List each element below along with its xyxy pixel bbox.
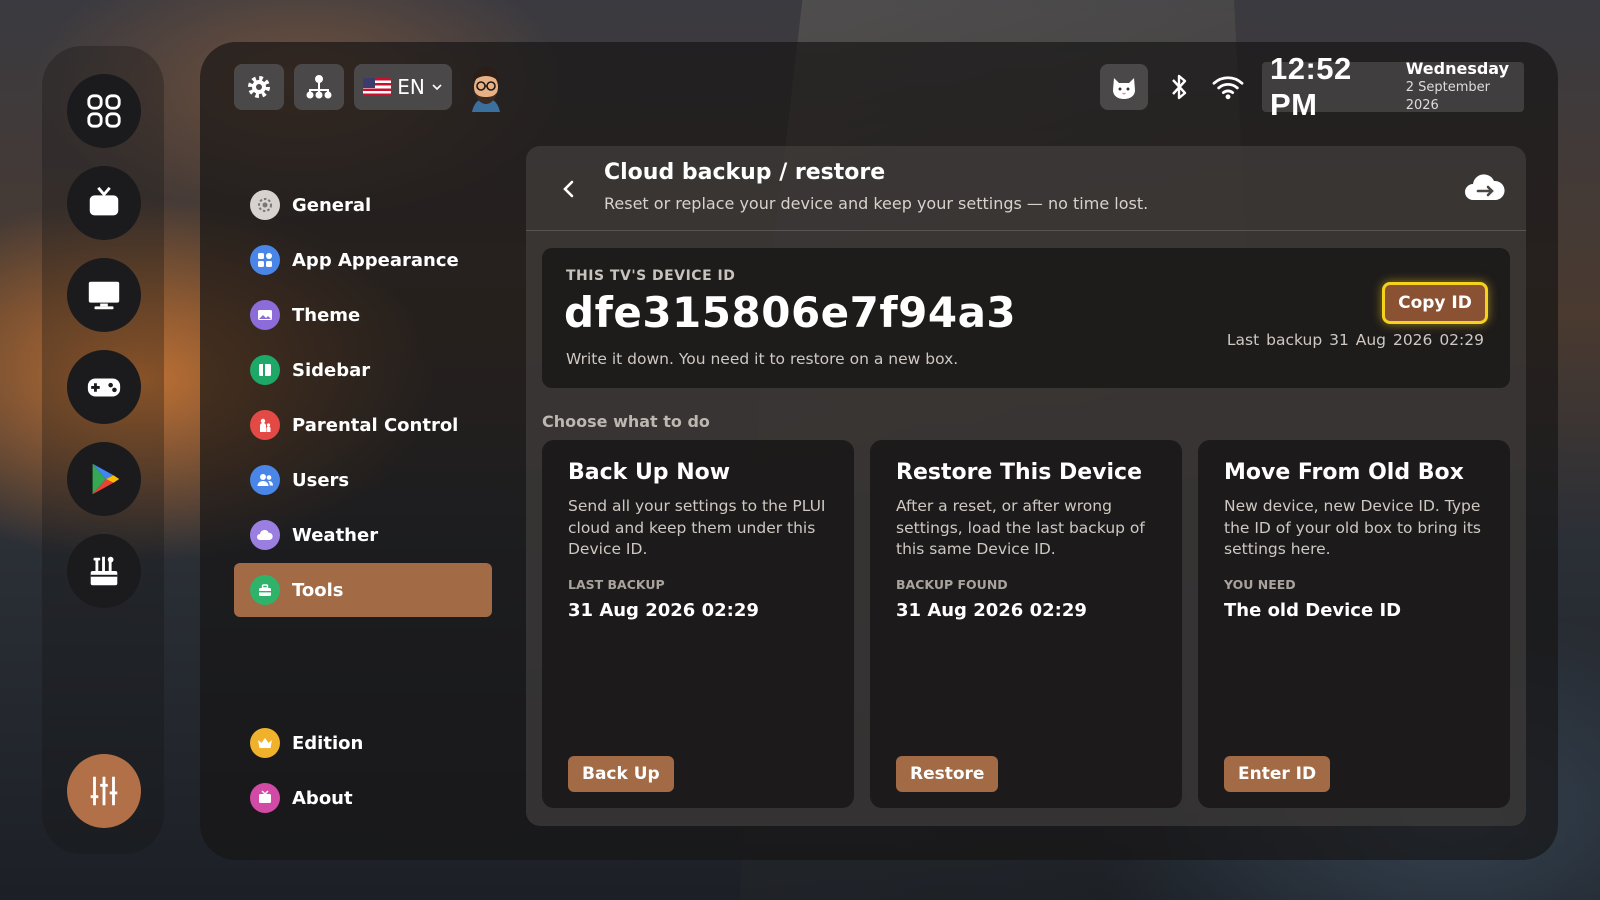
move-card: Move From Old Box New device, new Device… xyxy=(1198,440,1510,808)
nav-label-app-appearance: App Appearance xyxy=(292,249,459,271)
cloud-sync-icon xyxy=(1464,170,1506,206)
card-meta-label: YOU NEED xyxy=(1224,577,1296,592)
enter-id-button[interactable]: Enter ID xyxy=(1224,756,1331,792)
gamepad-icon xyxy=(87,378,121,397)
clock-time: 12:52 PM xyxy=(1270,51,1352,122)
device-id-label: THIS TV'S DEVICE ID xyxy=(566,268,736,284)
copy-id-button[interactable]: Copy ID xyxy=(1382,282,1488,324)
chevron-left-icon xyxy=(563,180,574,198)
last-backup-label: Last backup xyxy=(1226,331,1323,349)
wifi-status[interactable] xyxy=(1208,64,1248,110)
back-up-button[interactable]: Back Up xyxy=(568,756,674,792)
nav-label-about: About xyxy=(292,787,353,809)
nav-label-edition: Edition xyxy=(292,732,364,754)
nav-item-general[interactable]: General xyxy=(234,178,492,232)
page-title: Cloud backup / restore xyxy=(604,160,886,185)
games-button[interactable] xyxy=(67,350,141,424)
restore-button[interactable]: Restore xyxy=(896,756,999,792)
device-id-value: dfe315806e7f94a3 xyxy=(564,288,1017,337)
nav-item-weather[interactable]: Weather xyxy=(234,508,492,562)
clock-day: Wednesday xyxy=(1405,59,1510,78)
nav-item-theme[interactable]: Theme xyxy=(234,288,492,342)
card-title: Restore This Device xyxy=(896,460,1143,485)
nav-item-about[interactable]: About xyxy=(234,771,492,825)
crown-icon xyxy=(250,728,280,758)
nav-label-parental-control: Parental Control xyxy=(292,414,459,436)
nav-label-theme: Theme xyxy=(292,304,361,326)
tools-icon xyxy=(250,575,280,605)
play-store-icon xyxy=(92,463,120,495)
tv-button[interactable] xyxy=(67,166,141,240)
tools-button[interactable] xyxy=(67,534,141,608)
toolbox-icon xyxy=(90,556,118,586)
bluetooth-status[interactable] xyxy=(1164,64,1194,110)
cat-icon xyxy=(1113,78,1135,99)
network-button[interactable] xyxy=(294,64,344,110)
theme-icon xyxy=(250,300,280,330)
us-flag-icon xyxy=(363,78,392,96)
weather-icon xyxy=(250,520,280,550)
card-meta-label: BACKUP FOUND xyxy=(896,577,1008,592)
settings-sliders-button[interactable] xyxy=(67,754,141,828)
card-title: Move From Old Box xyxy=(1224,460,1464,485)
general-icon xyxy=(250,190,280,220)
app-appearance-icon xyxy=(250,245,280,275)
about-tv-icon xyxy=(250,783,280,813)
last-backup-info: Last backup 31 Aug 2026 02:29 xyxy=(1227,331,1484,349)
card-description: After a reset, or after wrong settings, … xyxy=(896,497,1145,558)
profile-cat-button[interactable] xyxy=(1100,64,1148,110)
wifi-icon xyxy=(1212,76,1244,100)
nav-label-general: General xyxy=(292,194,372,216)
nav-label-users: Users xyxy=(292,469,350,491)
avatar-face-icon xyxy=(472,67,500,112)
header-divider xyxy=(526,230,1526,231)
card-meta-label: LAST BACKUP xyxy=(568,577,665,592)
back-button[interactable] xyxy=(554,174,584,204)
backup-card: Back Up Now Send all your settings to th… xyxy=(542,440,854,808)
sliders-icon xyxy=(90,776,118,806)
nav-item-tools[interactable]: Tools xyxy=(234,563,492,617)
last-backup-value: 31 Aug 2026 02:29 xyxy=(1329,331,1484,349)
parental-control-icon xyxy=(250,410,280,440)
card-meta-value: 31 Aug 2026 02:29 xyxy=(568,600,759,621)
clock-widget: 12:52 PM Wednesday 2 September 2026 xyxy=(1262,51,1524,122)
apps-grid-icon xyxy=(87,94,121,128)
users-icon xyxy=(250,465,280,495)
nav-item-users[interactable]: Users xyxy=(234,453,492,507)
nav-item-parental-control[interactable]: Parental Control xyxy=(234,398,492,452)
language-label: EN xyxy=(397,75,425,99)
device-id-note: Write it down. You need it to restore on… xyxy=(566,350,959,368)
page-subtitle: Reset or replace your device and keep yo… xyxy=(604,194,1149,213)
monitor-button[interactable] xyxy=(67,258,141,332)
play-store-button[interactable] xyxy=(67,442,141,516)
sitemap-icon xyxy=(306,75,332,99)
card-description: Send all your settings to the PLUI cloud… xyxy=(568,497,826,558)
clock-date: 2 September 2026 xyxy=(1405,80,1490,113)
tv-icon xyxy=(89,186,119,216)
chevron-down-icon xyxy=(432,84,442,91)
card-meta-value: The old Device ID xyxy=(1224,600,1402,621)
avatar[interactable] xyxy=(462,62,510,112)
apps-grid-button[interactable] xyxy=(67,74,141,148)
card-meta-value: 31 Aug 2026 02:29 xyxy=(896,600,1087,621)
language-selector[interactable]: EN xyxy=(354,64,452,110)
choose-heading: Choose what to do xyxy=(542,412,710,431)
monitor-icon xyxy=(88,281,120,310)
sidebar-icon xyxy=(250,355,280,385)
card-description: New device, new Device ID. Type the ID o… xyxy=(1224,497,1481,558)
nav-label-tools: Tools xyxy=(292,579,344,601)
card-title: Back Up Now xyxy=(568,460,731,485)
nav-item-sidebar[interactable]: Sidebar xyxy=(234,343,492,397)
nav-label-weather: Weather xyxy=(292,524,379,546)
gear-icon xyxy=(248,76,270,98)
restore-card: Restore This Device After a reset, or af… xyxy=(870,440,1182,808)
bluetooth-icon xyxy=(1172,74,1187,100)
nav-item-edition[interactable]: Edition xyxy=(234,716,492,770)
nav-label-sidebar: Sidebar xyxy=(292,359,371,381)
gear-button[interactable] xyxy=(234,64,284,110)
nav-item-app-appearance[interactable]: App Appearance xyxy=(234,233,492,287)
